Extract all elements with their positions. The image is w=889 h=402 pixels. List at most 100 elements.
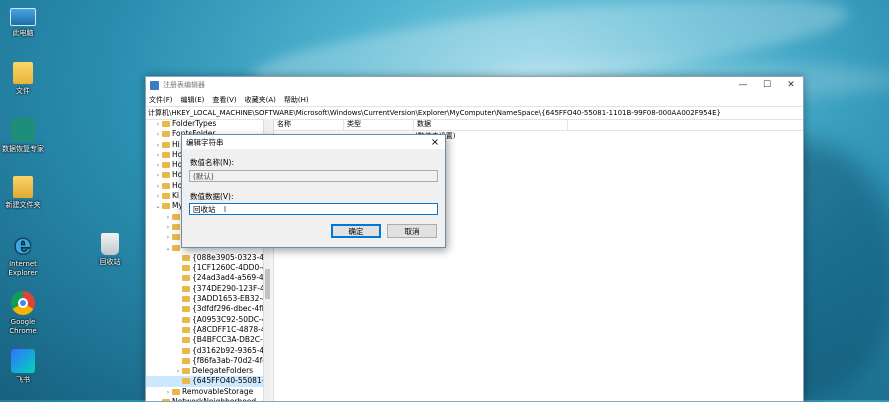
column-header-data[interactable]: 数据 (414, 119, 568, 130)
cancel-button[interactable]: 取消 (387, 224, 437, 238)
folder-icon (172, 213, 180, 220)
desktop-icon-new-folder[interactable]: 新建文件夹 (0, 176, 46, 210)
value-name-field[interactable]: (默认) (189, 170, 438, 182)
edit-string-dialog: 编辑字符串 × 数值名称(N): (默认) 数值数据(V): 回收站 I 确定 … (181, 134, 446, 248)
text-cursor-icon: I (223, 205, 227, 214)
menu-help[interactable]: 帮助(H) (284, 95, 309, 105)
tree-item-label: {088e3905-0323-4b (192, 252, 269, 262)
value-data-label: 数值数据(V): (190, 192, 234, 201)
tree-item[interactable]: › RemovableStorage (146, 387, 270, 397)
data-recovery-icon (11, 118, 35, 142)
value-data-text: 回收站 (193, 205, 216, 214)
desktop-icon-this-pc[interactable]: 此电脑 (0, 4, 46, 38)
menu-favorites[interactable]: 收藏夹(A) (245, 95, 276, 105)
folder-icon (182, 357, 190, 364)
tree-item[interactable]: {3dfdf296-dbec-4fb (146, 304, 270, 314)
file-icon (13, 62, 33, 84)
menu-view[interactable]: 查看(V) (212, 95, 236, 105)
tree-item[interactable]: {B4BFCC3A-DB2C-42 (146, 335, 270, 345)
window-title: 注册表编辑器 (163, 81, 205, 89)
desktop-icon-file[interactable]: 文件 (0, 62, 46, 96)
maximize-button[interactable]: ☐ (755, 77, 779, 93)
menu-file[interactable]: 文件(F) (149, 95, 173, 105)
menu-bar: 文件(F) 编辑(E) 查看(V) 收藏夹(A) 帮助(H) (146, 93, 803, 106)
folder-icon (13, 176, 33, 198)
folder-icon (182, 285, 190, 292)
desktop-icon-label: 此电脑 (12, 29, 34, 37)
tree-item[interactable]: {f86fa3ab-70d2-4fc7 (146, 356, 270, 366)
tree-item-label: {f86fa3ab-70d2-4fc7 (192, 355, 270, 365)
tree-item[interactable]: {1CF1260C-4DD0-4 (146, 263, 270, 273)
folder-icon (162, 121, 170, 127)
ok-button[interactable]: 确定 (331, 224, 381, 238)
folder-icon (182, 316, 190, 323)
tree-item-label: {3ADD1653-EB32-4c (192, 294, 270, 304)
tree-item[interactable]: ›NetworkNeighborhood (146, 397, 270, 401)
tree-item-label: FolderTypes (172, 119, 217, 128)
tree-item-label: {B4BFCC3A-DB2C-42 (192, 335, 270, 345)
tree-item-label: {24ad3ad4-a569-45 (192, 273, 269, 283)
tree-item-label: {374DE290-123F-45 (192, 283, 270, 293)
tree-item-label: {645FFO40-55081-1 (192, 376, 270, 386)
address-bar[interactable]: 计算机\HKEY_LOCAL_MACHINE\SOFTWARE\Microsof… (146, 106, 803, 120)
folder-icon (162, 151, 170, 158)
tree-item[interactable]: {088e3905-0323-4b (146, 253, 270, 263)
folder-icon (172, 244, 180, 251)
tree-item[interactable]: {3ADD1653-EB32-4c (146, 294, 270, 304)
chrome-icon (11, 291, 35, 315)
desktop-icon-label: 数据恢复专家 (2, 145, 44, 153)
dialog-titlebar[interactable]: 编辑字符串 × (182, 135, 445, 149)
folder-icon (162, 172, 170, 179)
desktop-icon-data-recovery[interactable]: 数据恢复专家 (0, 118, 46, 154)
close-window-button[interactable]: ✕ (779, 77, 803, 93)
desktop-icon-label: 文件 (16, 87, 30, 95)
feishu-icon (11, 349, 35, 373)
tree-item-label: {1CF1260C-4DD0-4 (192, 263, 267, 273)
value-data-input[interactable]: 回收站 I (189, 203, 438, 215)
tree-item-label: DelegateFolders (192, 366, 254, 376)
value-name-label: 数值名称(N): (190, 158, 234, 167)
folder-icon (162, 182, 170, 189)
desktop-icon-label: Internet Explorer (8, 260, 38, 277)
tree-item[interactable]: {A8CDFF1C-4878-43 (146, 325, 270, 335)
tree-item-label: {d3162b92-9365-46 (192, 345, 269, 355)
tree-item[interactable]: {645FFO40-55081-1 (146, 376, 270, 387)
tree-item-label: NetworkNeighborhood (172, 397, 256, 401)
folder-icon (182, 378, 190, 385)
folder-icon (182, 275, 190, 282)
desktop-icon-label: Google Chrome (9, 318, 37, 335)
column-header-name[interactable]: 名称 (274, 119, 344, 130)
desktop-icon-feishu[interactable]: 飞书 (0, 349, 46, 385)
internet-explorer-icon: e (14, 230, 32, 260)
folder-icon (162, 131, 170, 138)
column-header-type[interactable]: 类型 (344, 119, 414, 130)
folder-icon (162, 162, 170, 169)
folder-icon (162, 193, 170, 200)
dialog-close-icon[interactable]: × (425, 137, 445, 148)
tree-item-label: {A0953C92-50DC-43 (192, 314, 270, 324)
folder-icon (172, 234, 180, 241)
tree-item-label: {A8CDFF1C-4878-43 (192, 324, 270, 334)
value-list-header: 名称 类型 数据 (274, 119, 803, 131)
desktop-icon-google-chrome[interactable]: Google Chrome (0, 291, 46, 336)
desktop-icon-label: 新建文件夹 (5, 201, 41, 209)
window-titlebar[interactable]: 注册表编辑器 — ☐ ✕ (146, 77, 803, 93)
desktop-icon-recycle-bin[interactable]: 回收站 (87, 233, 133, 267)
folder-icon (182, 306, 190, 313)
minimize-button[interactable]: — (731, 77, 755, 93)
tree-item[interactable]: {24ad3ad4-a569-45 (146, 273, 270, 283)
folder-icon (172, 223, 180, 230)
desktop-icon-internet-explorer[interactable]: e Internet Explorer (0, 230, 46, 278)
tree-item[interactable]: › FolderTypes (146, 119, 270, 129)
dialog-title: 编辑字符串 (186, 137, 224, 147)
tree-item[interactable]: {374DE290-123F-45 (146, 284, 270, 294)
computer-icon (10, 8, 36, 26)
folder-icon (182, 265, 190, 272)
menu-edit[interactable]: 编辑(E) (181, 95, 205, 105)
folder-icon (162, 399, 170, 401)
folder-icon (182, 296, 190, 303)
tree-item[interactable]: {A0953C92-50DC-43 (146, 315, 270, 325)
recycle-bin-icon (101, 233, 119, 255)
tree-item[interactable]: {d3162b92-9365-46 (146, 346, 270, 356)
tree-item[interactable]: › DelegateFolders (146, 366, 270, 376)
